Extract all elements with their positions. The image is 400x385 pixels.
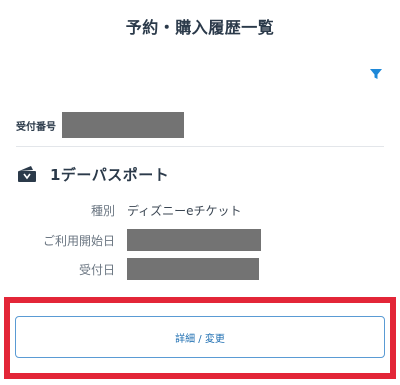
received-date-redacted	[127, 258, 259, 280]
start-date-row: ご利用開始日	[0, 229, 261, 251]
ticket-header: 1デーパスポート	[16, 160, 169, 188]
start-date-label: ご利用開始日	[42, 233, 115, 248]
ticket-title: 1デーパスポート	[50, 165, 170, 184]
divider	[16, 146, 384, 147]
filter-icon[interactable]	[368, 66, 384, 82]
ticket-type-row: 種別 ディズニーeチケット	[0, 199, 242, 221]
ticket-type-value: ディズニーeチケット	[127, 203, 242, 218]
received-date-row: 受付日	[0, 258, 259, 280]
ticket-type-label: 種別	[90, 203, 115, 218]
receipt-number-row: 受付番号	[16, 112, 184, 138]
ticket-icon	[16, 163, 38, 185]
received-date-label: 受付日	[78, 262, 115, 277]
receipt-number-redacted	[62, 112, 184, 138]
page-title: 予約・購入履歴一覧	[125, 18, 275, 37]
start-date-redacted	[127, 229, 261, 251]
receipt-number-label: 受付番号	[16, 121, 56, 133]
detail-change-button[interactable]: 詳細 / 変更	[15, 316, 385, 358]
